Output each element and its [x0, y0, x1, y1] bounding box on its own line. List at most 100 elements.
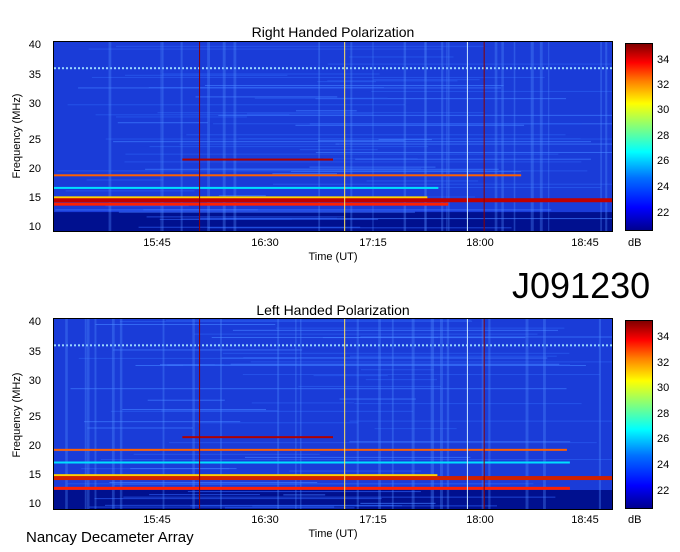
interference-dot: [526, 67, 528, 70]
interference-dot: [294, 67, 296, 70]
interference-dot: [74, 344, 76, 347]
vertical-strip: [481, 319, 484, 509]
interference-dot: [154, 344, 156, 347]
interference-dot: [190, 344, 192, 347]
interference-dot: [454, 344, 456, 347]
interference-dot: [174, 67, 176, 70]
noise-streak: [230, 363, 560, 365]
interference-dot: [602, 344, 604, 347]
interference-dot: [382, 67, 384, 70]
interference-dot: [354, 67, 356, 70]
interference-dot: [470, 344, 472, 347]
noise-streak: [315, 151, 612, 153]
vertical-strip: [598, 319, 602, 509]
bottom-ytick: 30: [28, 375, 41, 387]
noise-streak: [91, 76, 545, 78]
noise-streak: [165, 319, 472, 321]
interference-dot: [86, 67, 88, 70]
interference-dot: [450, 67, 452, 70]
vertical-strip: [548, 42, 550, 231]
interference-dot: [462, 344, 464, 347]
interference-dot: [142, 344, 144, 347]
interference-dot: [106, 344, 108, 347]
interference-dot: [154, 67, 156, 70]
top-xtick: 17:15: [359, 237, 387, 249]
interference-dot: [290, 344, 292, 347]
interference-dot: [54, 344, 56, 347]
interference-dot: [274, 67, 276, 70]
top-ytick: 25: [28, 134, 41, 146]
interference-dot: [266, 67, 268, 70]
interference-dot: [186, 67, 188, 70]
interference-dot: [90, 67, 92, 70]
interference-dot: [546, 67, 548, 70]
interference-dot: [58, 67, 60, 70]
noise-streak: [138, 226, 361, 228]
interference-dot: [530, 344, 532, 347]
interference-dot: [178, 344, 180, 347]
bottom-panel-title: Left Handed Polarization: [256, 302, 410, 318]
bottom-spectrogram: [53, 318, 613, 510]
vertical-strip: [84, 319, 87, 509]
interference-dot: [310, 67, 312, 70]
noise-streak: [162, 73, 380, 75]
interference-dot: [226, 344, 228, 347]
top-cbtick: 28: [657, 130, 670, 142]
interference-dot: [94, 67, 96, 70]
interference-dot: [214, 67, 216, 70]
interference-dot: [390, 344, 392, 347]
noise-streak: [115, 45, 485, 47]
vertical-strip: [530, 42, 533, 231]
interference-dot: [142, 67, 144, 70]
interference-dot: [518, 67, 520, 70]
noise-streak: [84, 421, 241, 423]
interference-dot: [582, 344, 584, 347]
interference-dot: [366, 67, 368, 70]
vertical-strip: [439, 319, 443, 509]
noise-streak: [55, 209, 552, 211]
bottom-colorbar: [625, 320, 653, 509]
noise-streak: [335, 143, 612, 145]
noise-streak: [218, 114, 612, 116]
interference-dot: [286, 67, 288, 70]
interference-dot: [254, 344, 256, 347]
vertical-strip: [494, 42, 498, 231]
interference-dot: [258, 67, 260, 70]
bottom-cbtick: 22: [657, 485, 670, 497]
interference-dot: [462, 67, 464, 70]
interference-dot: [498, 67, 500, 70]
interference-dot: [218, 344, 220, 347]
vertical-marker: [344, 42, 346, 231]
interference-dot: [510, 67, 512, 70]
interference-dot: [298, 67, 300, 70]
interference-dot: [70, 344, 72, 347]
interference-dot: [414, 67, 416, 70]
interference-dot: [610, 67, 612, 70]
bottom-cbtick: 24: [657, 459, 670, 471]
vertical-strip: [446, 319, 450, 509]
noise-streak: [112, 349, 303, 351]
noise-streak: [65, 190, 195, 192]
interference-dot: [78, 344, 80, 347]
top-cbtick: 30: [657, 104, 670, 116]
top-x-axis-label: Time (UT): [308, 251, 358, 263]
noise-streak: [322, 337, 526, 339]
noise-streak: [105, 504, 394, 506]
noise-streak: [94, 498, 382, 500]
noise-streak: [146, 216, 345, 218]
noise-streak: [276, 327, 565, 329]
interference-dot: [178, 67, 180, 70]
interference-dot: [570, 67, 572, 70]
noise-streak: [149, 494, 260, 496]
strong-emission-band: [54, 198, 612, 203]
bottom-xtick: 16:30: [251, 514, 279, 526]
interference-dot: [362, 344, 364, 347]
noise-streak: [159, 364, 224, 366]
noise-streak: [110, 410, 414, 412]
bottom-ytick: 20: [28, 440, 41, 452]
interference-dot: [150, 67, 152, 70]
interference-dot: [578, 344, 580, 347]
emission-band: [54, 486, 570, 490]
interference-dot: [214, 344, 216, 347]
bottom-cbtick: 32: [657, 357, 670, 369]
